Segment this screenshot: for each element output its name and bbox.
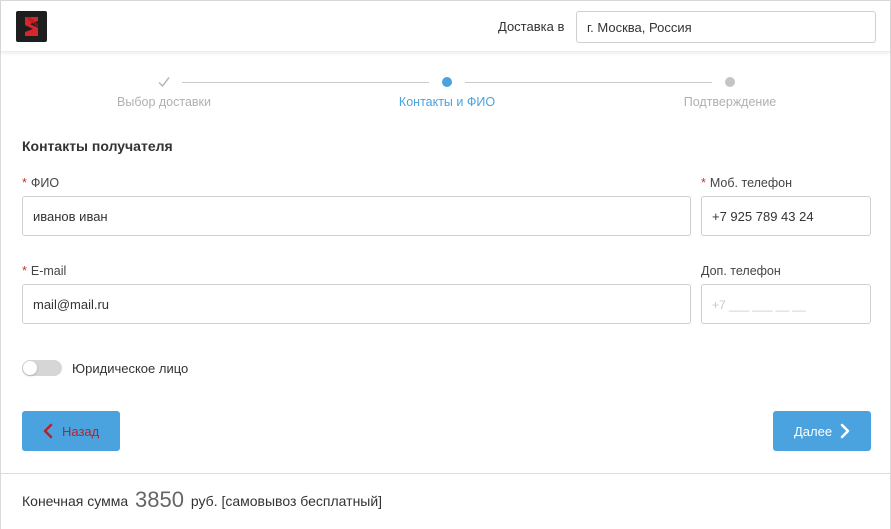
header: Доставка в: [1, 1, 890, 52]
toggle-knob: [23, 361, 37, 375]
extra-phone-field[interactable]: [701, 284, 871, 324]
next-button[interactable]: Далее: [773, 411, 871, 451]
required-asterisk: *: [22, 176, 27, 190]
legal-entity-toggle[interactable]: [22, 360, 62, 376]
step-label-contacts: Контакты и ФИО: [398, 95, 496, 109]
fio-field[interactable]: [22, 196, 691, 236]
step-active-dot-icon: [440, 75, 454, 89]
city-input[interactable]: [576, 11, 876, 43]
order-total-footer: Конечная сумма 3850 руб. [самовывоз бесп…: [1, 473, 890, 529]
chevron-right-icon: [840, 423, 850, 439]
brand-logo[interactable]: [16, 11, 47, 42]
fio-label-text: ФИО: [30, 176, 60, 190]
extra-phone-label-text: Доп. телефон: [701, 264, 781, 278]
step-label-delivery[interactable]: Выбор доставки: [117, 95, 211, 109]
step-done-check-icon: [157, 75, 171, 89]
legal-entity-label[interactable]: Юридическое лицо: [72, 361, 188, 376]
mobile-phone-field[interactable]: [701, 196, 871, 236]
total-suffix: руб. [самовывоз бесплатный]: [190, 493, 383, 509]
logo-mark-icon: [25, 17, 38, 36]
email-label-text: E-mail: [30, 264, 67, 278]
step-pending-dot-icon: [723, 75, 737, 89]
email-field[interactable]: [22, 284, 691, 324]
step-connector: [182, 82, 429, 83]
section-title: Контакты получателя: [22, 138, 173, 154]
extra-phone-label: Доп. телефон: [701, 264, 781, 278]
mobile-phone-label: * Моб. телефон: [701, 176, 792, 190]
chevron-left-icon: [43, 423, 53, 439]
total-prefix: Конечная сумма: [22, 493, 129, 509]
total-amount: 3850: [135, 487, 184, 512]
checkout-progress: Выбор доставки Контакты и ФИО Подтвержде…: [1, 71, 890, 121]
required-asterisk: *: [701, 176, 706, 190]
mobile-phone-label-text: Моб. телефон: [709, 176, 792, 190]
step-connector: [465, 82, 712, 83]
back-button[interactable]: Назад: [22, 411, 120, 451]
delivery-location-label: Доставка в: [498, 19, 565, 34]
next-button-label: Далее: [794, 424, 833, 439]
email-label: * E-mail: [22, 264, 66, 278]
step-label-confirmation: Подтверждение: [683, 95, 777, 109]
required-asterisk: *: [22, 264, 27, 278]
back-button-label: Назад: [62, 424, 100, 439]
checkout-window: Доставка в Выбор доставки Контакты и ФИО…: [0, 0, 891, 529]
order-total: Конечная сумма 3850 руб. [самовывоз бесп…: [22, 486, 382, 512]
fio-label: * ФИО: [22, 176, 59, 190]
